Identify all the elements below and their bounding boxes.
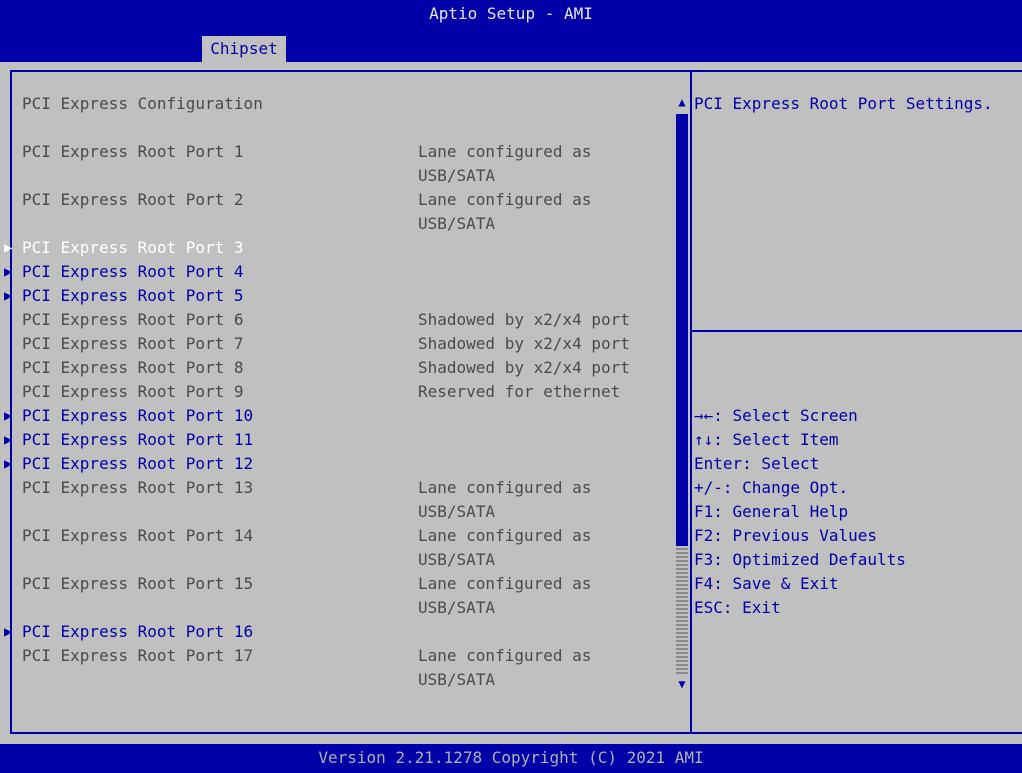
menu-item-value-line2: USB/SATA [418, 502, 496, 521]
menu-item-value: Lane configured as [418, 478, 592, 497]
scroll-down-icon[interactable]: ▼ [676, 674, 688, 694]
menu-item: PCI Express Root Port 17 [22, 644, 253, 668]
menu-item: PCI Express Root Port 14 [22, 524, 253, 548]
menu-item-label: PCI Express Root Port 4 [22, 262, 244, 281]
menu-item-label: PCI Express Root Port 15 [22, 574, 254, 593]
help-frame [688, 70, 1022, 734]
section-title: PCI Express Configuration [22, 94, 263, 113]
menu-item: PCI Express Root Port 15 [22, 572, 253, 596]
menu-item[interactable]: ▶ PCI Express Root Port 10 [4, 404, 254, 428]
key-hint: →←: Select Screen [694, 406, 858, 425]
menu-item[interactable]: ▶ PCI Express Root Port 12 [4, 452, 254, 476]
menu-item-label: PCI Express Root Port 2 [22, 190, 244, 209]
submenu-arrow-icon: ▶ [4, 264, 13, 280]
menu-item-value: Lane configured as [418, 646, 592, 665]
menu-item[interactable]: ▶ PCI Express Root Port 11 [4, 428, 254, 452]
menu-item-label: PCI Express Root Port 7 [22, 334, 244, 353]
menu-item-label: PCI Express Root Port 12 [22, 454, 254, 473]
menu-item: PCI Express Root Port 8 [22, 356, 244, 380]
key-hint: ESC: Exit [694, 598, 781, 617]
menu-item-value: Shadowed by x2/x4 port [418, 334, 630, 353]
submenu-arrow-icon: ▶ [4, 288, 13, 304]
menu-item[interactable]: ▶ PCI Express Root Port 4 [4, 260, 244, 284]
scroll-up-icon[interactable]: ▲ [676, 92, 688, 112]
key-hint: F1: General Help [694, 502, 849, 521]
submenu-arrow-icon: ▶ [4, 240, 13, 256]
submenu-arrow-icon: ▶ [4, 456, 13, 472]
key-hint: Enter: Select [694, 454, 820, 473]
menu-item-value: Shadowed by x2/x4 port [418, 358, 630, 377]
menu-item-value-line2: USB/SATA [418, 550, 496, 569]
menu-item-value: Lane configured as [418, 574, 592, 593]
menu-item-value: Shadowed by x2/x4 port [418, 310, 630, 329]
menu-item-label: PCI Express Root Port 13 [22, 478, 254, 497]
key-hint: F2: Previous Values [694, 526, 878, 545]
menu-item-value: Lane configured as [418, 190, 592, 209]
scrollbar-thumb[interactable] [676, 114, 688, 546]
menu-item-label: PCI Express Root Port 6 [22, 310, 244, 329]
menu-item-label: PCI Express Root Port 1 [22, 142, 244, 161]
menu-item: PCI Express Root Port 1 [22, 140, 244, 164]
version-text: Version 2.21.1278 Copyright (C) 2021 AMI [318, 748, 704, 767]
menu-item-label: PCI Express Root Port 16 [22, 622, 254, 641]
menu-item-label: PCI Express Root Port 8 [22, 358, 244, 377]
menu-item: PCI Express Root Port 9 [22, 380, 244, 404]
app-title: Aptio Setup - AMI [429, 4, 593, 23]
menu-item: PCI Express Root Port 2 [22, 188, 244, 212]
menu-item: PCI Express Root Port 13 [22, 476, 253, 500]
menu-item-value: Lane configured as [418, 526, 592, 545]
menu-item: PCI Express Root Port 7 [22, 332, 244, 356]
submenu-arrow-icon: ▶ [4, 408, 13, 424]
menu-item-label: PCI Express Root Port 9 [22, 382, 244, 401]
menu-item-label: PCI Express Root Port 14 [22, 526, 254, 545]
menu-item: PCI Express Root Port 6 [22, 308, 244, 332]
menu-item-value-line2: USB/SATA [418, 598, 496, 617]
menu-item-label: PCI Express Root Port 11 [22, 430, 254, 449]
key-hint: F4: Save & Exit [694, 574, 839, 593]
help-description: PCI Express Root Port Settings. [694, 94, 993, 113]
menu-item-value-line2: USB/SATA [418, 166, 496, 185]
tab-chipset[interactable]: Chipset [202, 36, 286, 62]
key-hint: ↑↓: Select Item [694, 430, 839, 449]
menu-item-value: Lane configured as [418, 142, 592, 161]
scrollbar-track[interactable] [676, 546, 688, 674]
menu-item[interactable]: ▶ PCI Express Root Port 16 [4, 620, 254, 644]
menu-item-label: PCI Express Root Port 17 [22, 646, 254, 665]
menu-item-label: PCI Express Root Port 5 [22, 286, 244, 305]
key-hint: F3: Optimized Defaults [694, 550, 906, 569]
menu-item-label: PCI Express Root Port 3 [22, 238, 244, 257]
menu-item-value-line2: USB/SATA [418, 214, 496, 233]
help-divider [690, 330, 1022, 332]
submenu-arrow-icon: ▶ [4, 624, 13, 640]
key-hint: +/-: Change Opt. [694, 478, 849, 497]
submenu-arrow-icon: ▶ [4, 432, 13, 448]
menu-item-value-line2: USB/SATA [418, 670, 496, 689]
menu-item[interactable]: ▶ PCI Express Root Port 3 [4, 236, 244, 260]
menu-item[interactable]: ▶ PCI Express Root Port 5 [4, 284, 244, 308]
menu-item-label: PCI Express Root Port 10 [22, 406, 254, 425]
menu-item-value: Reserved for ethernet [418, 382, 621, 401]
